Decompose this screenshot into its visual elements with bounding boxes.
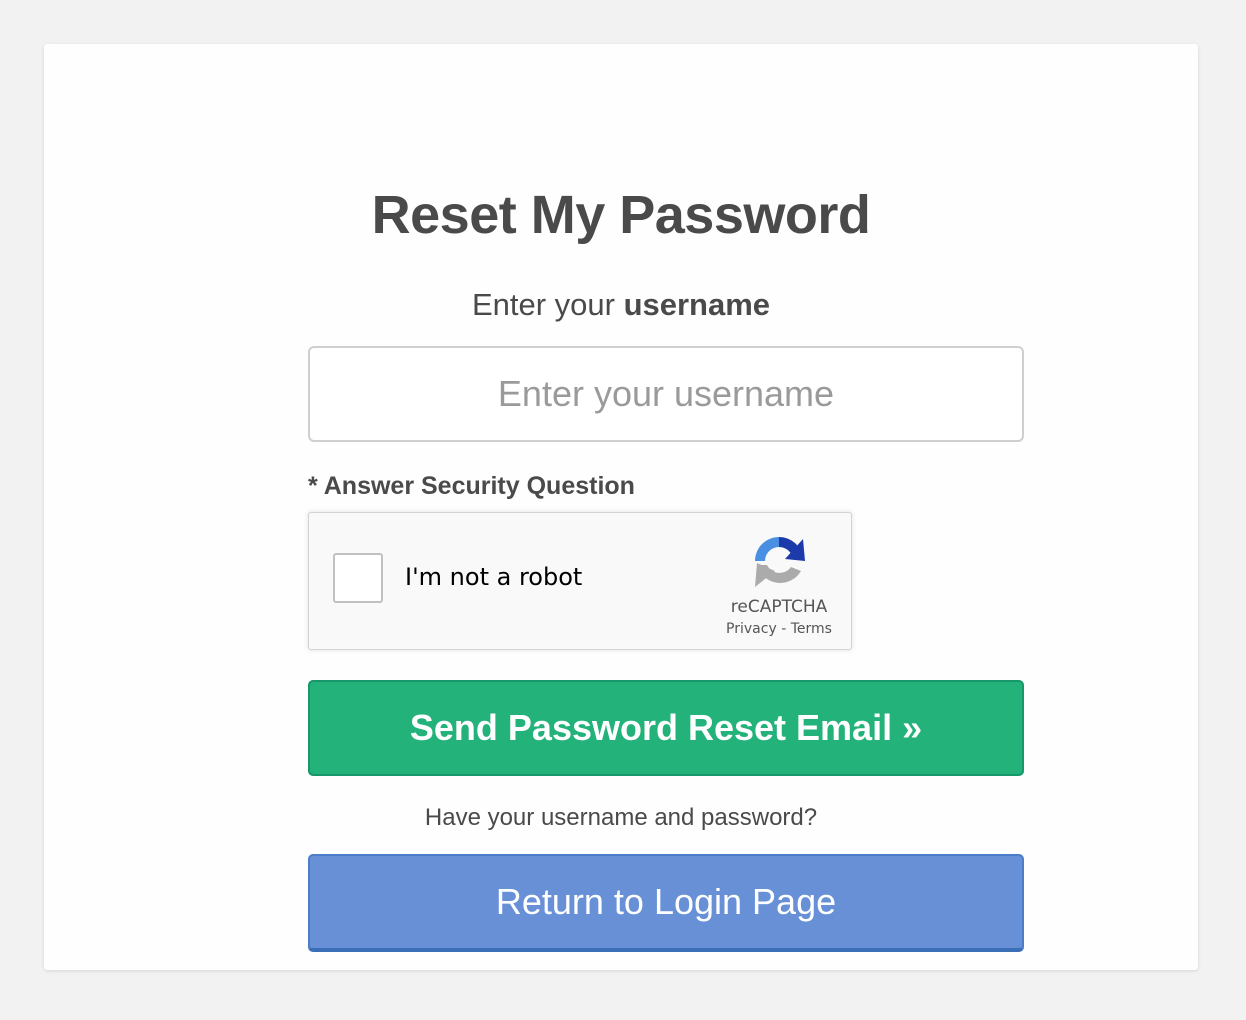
page-title: Reset My Password xyxy=(371,185,871,245)
reset-password-card: Reset My Password Enter your username * … xyxy=(44,44,1198,970)
recaptcha-logo-icon xyxy=(755,536,805,587)
username-prompt: Enter your username xyxy=(44,287,1198,323)
send-reset-email-button[interactable]: Send Password Reset Email » xyxy=(308,680,1024,776)
recaptcha-link-separator: - xyxy=(776,621,791,637)
have-credentials-text: Have your username and password? xyxy=(424,804,818,831)
return-to-login-button[interactable]: Return to Login Page xyxy=(308,854,1024,952)
recaptcha-checkbox[interactable] xyxy=(333,553,383,603)
username-input[interactable] xyxy=(308,346,1024,442)
security-question-label: * Answer Security Question xyxy=(308,472,635,500)
recaptcha-privacy-link[interactable]: Privacy xyxy=(726,621,777,637)
recaptcha-label: I'm not a robot xyxy=(405,563,583,591)
username-prompt-prefix: Enter your xyxy=(471,287,624,322)
recaptcha-terms-link[interactable]: Terms xyxy=(791,621,832,637)
recaptcha-brand: reCAPTCHA xyxy=(730,597,828,617)
recaptcha-widget: I'm not a robot reCAPTCHA Privacy - Term… xyxy=(308,512,852,650)
recaptcha-links: Privacy - Terms xyxy=(709,621,849,637)
username-prompt-bold: username xyxy=(623,287,771,322)
